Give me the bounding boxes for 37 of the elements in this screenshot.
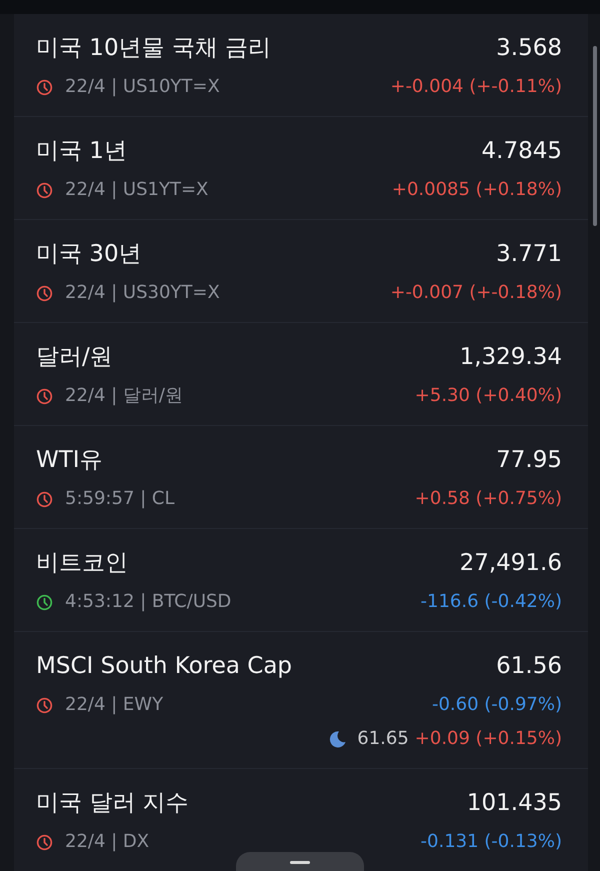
price-change: -116.6 (-0.42%) — [420, 590, 562, 614]
price-change: +-0.004 (+-0.11%) — [390, 75, 562, 99]
after-hours-change: +0.09 (+0.15%) — [414, 727, 562, 751]
price-value: 3.568 — [496, 34, 562, 63]
price-value: 101.435 — [466, 789, 562, 818]
quote-time-symbol: 22/4 | US30YT=X — [65, 281, 220, 305]
instrument-name: 미국 달러 지수 — [36, 789, 189, 818]
price-change: +0.58 (+0.75%) — [414, 487, 562, 511]
instrument-name: MSCI South Korea Cap — [36, 652, 292, 681]
quote-time-symbol: 5:59:57 | CL — [65, 487, 174, 511]
instrument-name: 미국 1년 — [36, 137, 127, 166]
price-value: 4.7845 — [482, 137, 562, 166]
instrument-name: 비트코인 — [36, 549, 128, 578]
instrument-name: 달러/원 — [36, 343, 113, 372]
quote-time-symbol: 22/4 | 달러/원 — [65, 384, 183, 408]
price-change: +-0.007 (+-0.18%) — [390, 281, 562, 305]
price-change: -0.60 (-0.97%) — [432, 693, 562, 717]
instrument-name: WTI유 — [36, 446, 103, 475]
instrument-name: 미국 10년물 국채 금리 — [36, 34, 272, 63]
price-change: -0.131 (-0.13%) — [420, 830, 562, 854]
instrument-name: 미국 30년 — [36, 240, 142, 269]
price-change: +5.30 (+0.40%) — [414, 384, 562, 408]
quote-time-symbol: 4:53:12 | BTC/USD — [65, 590, 232, 614]
price-value: 61.56 — [496, 652, 562, 681]
moon-icon — [327, 729, 348, 749]
quote-time-symbol: 22/4 | US10YT=X — [65, 75, 220, 99]
price-value: 3.771 — [496, 240, 562, 269]
after-hours-price: 61.65 — [357, 727, 409, 751]
quote-time-symbol: 22/4 | DX — [65, 830, 150, 854]
price-value: 1,329.34 — [460, 343, 562, 372]
price-value: 27,491.6 — [460, 549, 562, 578]
scrollbar[interactable] — [593, 46, 597, 226]
drawer-handle[interactable] — [236, 852, 364, 871]
quote-time-symbol: 22/4 | EWY — [65, 693, 164, 717]
price-change: +0.0085 (+0.18%) — [392, 178, 562, 202]
quote-time-symbol: 22/4 | US1YT=X — [65, 178, 208, 202]
price-value: 77.95 — [496, 446, 562, 475]
